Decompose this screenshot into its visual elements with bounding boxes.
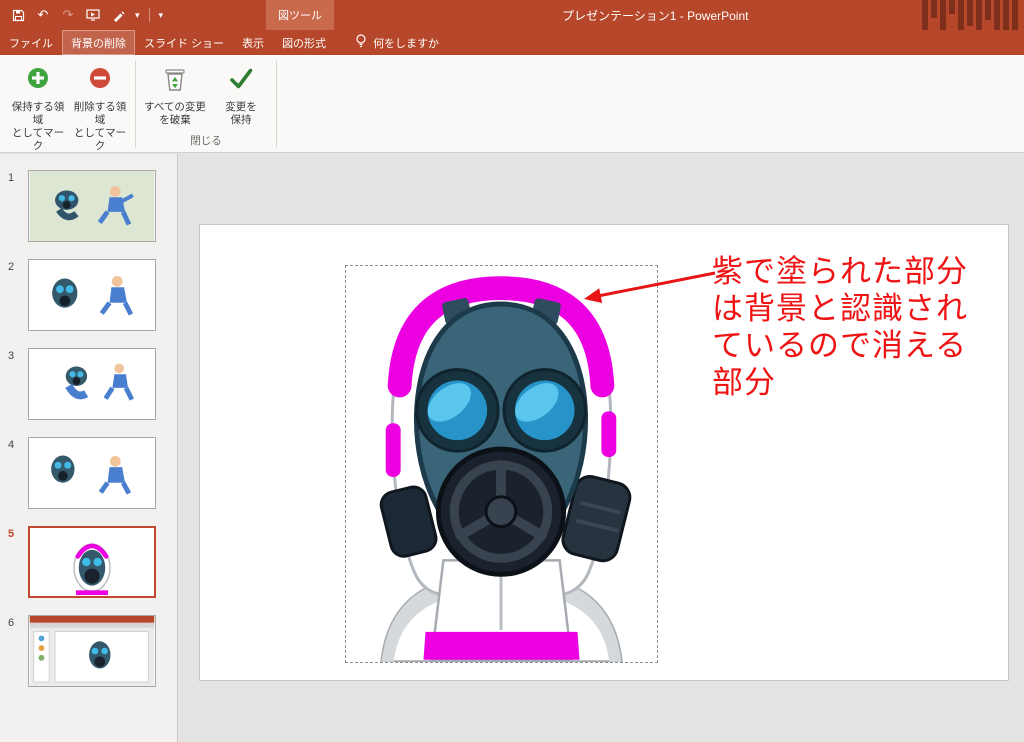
checkmark-icon (228, 66, 254, 96)
ribbon-group-refine: 保持する領域としてマーク 削除する領域としてマーク 設定し直す (4, 57, 134, 152)
tab-view[interactable]: 表示 (233, 30, 273, 55)
selected-picture[interactable] (345, 265, 658, 663)
slide-number: 2 (8, 259, 28, 273)
ribbon-divider (135, 61, 136, 148)
discard-changes-button[interactable]: すべての変更を破棄 (141, 59, 209, 131)
mark-keep-button[interactable]: 保持する領域としてマーク (8, 59, 68, 153)
slide-thumbnail-art (29, 260, 155, 330)
magenta-highlight-left (386, 423, 401, 477)
pen-icon[interactable] (110, 7, 126, 23)
save-icon[interactable] (10, 7, 26, 23)
ribbon-tab-row: ファイル 背景の削除 スライド ショー 表示 図の形式 何をしますか (0, 30, 1024, 55)
slide-number: 3 (8, 348, 28, 362)
slide-row-3: 3 (0, 348, 177, 420)
slide-thumbnail-art (29, 438, 155, 508)
slide-number: 6 (8, 615, 28, 629)
slide-row-5: 5 (0, 526, 177, 598)
undo-icon[interactable]: ↶ (35, 7, 51, 23)
slide-thumbnail-1[interactable] (28, 170, 156, 242)
group-label-close: 閉じる (137, 131, 275, 152)
trash-recycle-icon (162, 66, 188, 96)
contextual-tab-group-header: 図ツール (266, 0, 334, 30)
slide-number: 5 (8, 526, 28, 540)
slide-number: 4 (8, 437, 28, 451)
tab-slideshow[interactable]: スライド ショー (135, 30, 233, 55)
editing-canvas: 紫で塗られた部分 は背景と認識され ているので消える 部分 (179, 154, 1024, 742)
title-bar: ↶ ↷ ▾ ▾ 図ツール プレゼンテーション1 - PowerPoint (0, 0, 1024, 30)
powerpoint-window: ↶ ↷ ▾ ▾ 図ツール プレゼンテーション1 - PowerPoint ファイ… (0, 0, 1024, 742)
pen-dropdown-icon[interactable]: ▾ (135, 10, 140, 21)
mark-remove-button[interactable]: 削除する領域としてマーク (70, 59, 130, 153)
tab-file[interactable]: ファイル (0, 30, 62, 55)
slideshow-icon[interactable] (85, 7, 101, 23)
lightbulb-icon (355, 34, 367, 51)
slide-thumbnail-panel: 1 2 (0, 154, 178, 742)
slide-canvas[interactable]: 紫で塗られた部分 は背景と認識され ているので消える 部分 (200, 225, 1008, 680)
slide-row-1: 1 (0, 170, 177, 242)
slide-row-2: 2 (0, 259, 177, 331)
ribbon-group-close: すべての変更を破棄 変更を保持 閉じる (137, 57, 275, 152)
slide-thumbnail-4[interactable] (28, 437, 156, 509)
slide-thumbnail-5-selected[interactable] (28, 526, 156, 598)
quick-access-toolbar: ↶ ↷ ▾ ▾ (0, 0, 163, 30)
tab-background-removal[interactable]: 背景の削除 (62, 30, 135, 55)
tell-me-box[interactable]: 何をしますか (347, 30, 447, 55)
slide-thumbnail-art (29, 171, 155, 241)
slide-thumbnail-art (29, 616, 155, 686)
tell-me-label: 何をしますか (373, 35, 439, 51)
slide-row-6: 6 (0, 615, 177, 687)
ribbon: 保持する領域としてマーク 削除する領域としてマーク 設定し直す すべての変 (0, 55, 1024, 153)
tab-picture-format[interactable]: 図の形式 (273, 30, 335, 55)
window-title: プレゼンテーション1 - PowerPoint (562, 0, 748, 30)
slide-thumbnail-art (30, 528, 154, 596)
ribbon-divider (276, 61, 277, 148)
mark-remove-icon (87, 66, 113, 96)
qat-separator (149, 8, 150, 22)
magenta-highlight-right (601, 411, 616, 457)
slide-row-4: 4 (0, 437, 177, 509)
slide-thumbnail-art (29, 349, 155, 419)
magenta-highlight-bottom (424, 632, 580, 660)
slide-thumbnail-3[interactable] (28, 348, 156, 420)
slide-thumbnail-6[interactable] (28, 615, 156, 687)
customize-qat-icon[interactable]: ▾ (159, 10, 164, 21)
annotation-text: 紫で塗られた部分 は背景と認識され ているので消える 部分 (712, 253, 968, 401)
redo-icon[interactable]: ↷ (60, 7, 76, 23)
keep-changes-button[interactable]: 変更を保持 (211, 59, 271, 131)
gas-mask-figure (346, 266, 657, 662)
slide-thumbnail-2[interactable] (28, 259, 156, 331)
mark-keep-icon (25, 66, 51, 96)
slide-number: 1 (8, 170, 28, 184)
